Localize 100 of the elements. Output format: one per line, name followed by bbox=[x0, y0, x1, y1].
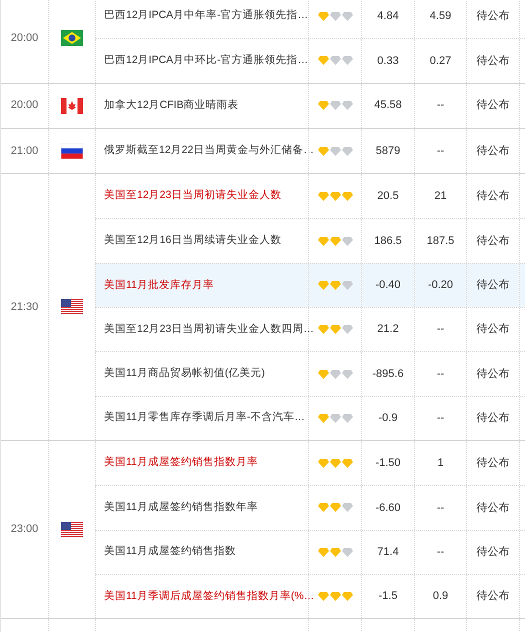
previous-value: -1.50 bbox=[375, 456, 401, 471]
previous-value: -0.9 bbox=[378, 411, 398, 426]
forecast-value: 187.5 bbox=[426, 234, 454, 249]
event-name[interactable]: 美国11月零售库存季调后月率-不含汽车… bbox=[104, 410, 305, 426]
gem-icon bbox=[342, 280, 352, 290]
previous-value: 186.5 bbox=[374, 234, 402, 249]
forecast-value: -- bbox=[436, 544, 444, 560]
event-name[interactable]: 美国11月成屋签约销售指数年率 bbox=[104, 500, 258, 516]
gem-icon bbox=[330, 548, 340, 557]
actual-value: 待公布 bbox=[476, 278, 510, 294]
forecast-value: -- bbox=[436, 144, 444, 159]
gem-icon bbox=[342, 12, 352, 21]
event-name[interactable]: 美国11月批发库存月率 bbox=[104, 278, 214, 294]
gem-icon bbox=[342, 414, 352, 423]
gem-icon bbox=[318, 192, 328, 201]
forecast-value: -0.20 bbox=[428, 278, 454, 294]
event-name[interactable]: 美国11月商品贸易帐初值(亿美元) bbox=[104, 366, 265, 382]
gem-icon bbox=[330, 192, 340, 201]
gem-icon bbox=[330, 280, 340, 290]
gem-icon bbox=[342, 503, 352, 512]
gem-icon bbox=[342, 370, 352, 379]
forecast-value: 4.59 bbox=[430, 8, 452, 24]
gem-icon bbox=[330, 146, 340, 156]
event-name[interactable]: 美国11月成屋签约销售指数 bbox=[104, 544, 236, 560]
forecast-value: -- bbox=[436, 411, 444, 426]
gem-icon bbox=[342, 458, 352, 468]
previous-value: 4.84 bbox=[377, 8, 399, 24]
gem-icon bbox=[342, 548, 352, 557]
gem-icon bbox=[318, 280, 328, 290]
gem-icon bbox=[318, 503, 328, 512]
gem-icon bbox=[318, 12, 328, 21]
time-text: 20:00 bbox=[10, 98, 38, 114]
gem-icon bbox=[318, 592, 328, 601]
previous-value: -6.60 bbox=[375, 500, 401, 516]
previous-value: -1.5 bbox=[378, 589, 398, 604]
forecast-value: -- bbox=[436, 322, 444, 338]
gem-icon bbox=[330, 458, 340, 468]
time-text: 21:30 bbox=[10, 300, 38, 315]
gem-icon bbox=[318, 146, 328, 156]
gem-icon bbox=[330, 101, 340, 110]
actual-value: 待公布 bbox=[476, 8, 510, 24]
actual-value: 待公布 bbox=[476, 456, 510, 471]
event-name[interactable]: 美国至12月16日当周续请失业金人数 bbox=[104, 233, 282, 249]
previous-value: 71.4 bbox=[377, 544, 399, 560]
gem-icon bbox=[342, 325, 352, 334]
previous-value: 0.33 bbox=[377, 54, 399, 69]
actual-value: 待公布 bbox=[476, 144, 510, 159]
forecast-value: 0.9 bbox=[432, 589, 448, 604]
gem-icon bbox=[330, 414, 340, 423]
gem-icon bbox=[318, 325, 328, 334]
actual-value: 待公布 bbox=[476, 544, 510, 560]
event-name[interactable]: 美国至12月23日当周初请失业金人数 bbox=[104, 188, 282, 204]
event-name[interactable]: 巴西12月IPCA月中年率-官方通胀领先指… bbox=[104, 8, 308, 24]
gem-icon bbox=[330, 370, 340, 379]
previous-value: 45.58 bbox=[374, 98, 402, 114]
gem-icon bbox=[330, 592, 340, 601]
actual-value: 待公布 bbox=[476, 322, 510, 338]
previous-value: 21.2 bbox=[377, 322, 399, 338]
previous-value: -895.6 bbox=[372, 366, 404, 382]
actual-value: 待公布 bbox=[476, 189, 510, 204]
forecast-value: 21 bbox=[434, 189, 447, 204]
gem-icon bbox=[318, 236, 328, 246]
forecast-value: 1 bbox=[437, 456, 444, 471]
actual-value: 待公布 bbox=[476, 234, 510, 249]
previous-value: 20.5 bbox=[377, 189, 399, 204]
time-text: 21:00 bbox=[10, 144, 38, 159]
forecast-value: 0.27 bbox=[430, 54, 452, 69]
gem-icon bbox=[318, 414, 328, 423]
forecast-value: -- bbox=[436, 98, 444, 114]
gem-icon bbox=[318, 370, 328, 379]
event-name[interactable]: 美国至12月23日当周初请失业金人数四周… bbox=[104, 322, 314, 338]
event-name[interactable]: 巴西12月IPCA月中环比-官方通胀领先指… bbox=[104, 53, 308, 69]
actual-value: 待公布 bbox=[476, 54, 510, 69]
gem-icon bbox=[342, 236, 352, 246]
actual-value: 待公布 bbox=[476, 366, 510, 382]
time-text: 20:00 bbox=[10, 31, 38, 46]
gem-icon bbox=[342, 146, 352, 156]
gem-icon bbox=[342, 192, 352, 201]
actual-value: 待公布 bbox=[476, 98, 510, 114]
forecast-value: -- bbox=[436, 366, 444, 382]
gem-icon bbox=[318, 458, 328, 468]
event-name[interactable]: 美国11月成屋签约销售指数月率 bbox=[104, 455, 258, 471]
gem-icon bbox=[330, 503, 340, 512]
actual-value: 待公布 bbox=[476, 589, 510, 604]
gem-icon bbox=[330, 325, 340, 334]
gem-icon bbox=[330, 236, 340, 246]
gem-icon bbox=[342, 592, 352, 601]
gem-icon bbox=[342, 101, 352, 110]
event-name[interactable]: 美国11月季调后成屋签约销售指数月率(%… bbox=[104, 588, 314, 604]
gem-icon bbox=[318, 101, 328, 110]
gem-icon bbox=[318, 548, 328, 557]
previous-value: 5879 bbox=[376, 144, 400, 159]
gem-icon bbox=[330, 12, 340, 21]
previous-value: -0.40 bbox=[375, 278, 401, 294]
gem-icon bbox=[318, 56, 328, 66]
event-name[interactable]: 加拿大12月CFIB商业晴雨表 bbox=[104, 98, 239, 114]
gem-icon bbox=[342, 56, 352, 66]
forecast-value: -- bbox=[436, 500, 444, 516]
gem-icon bbox=[330, 56, 340, 66]
actual-value: 待公布 bbox=[476, 500, 510, 516]
